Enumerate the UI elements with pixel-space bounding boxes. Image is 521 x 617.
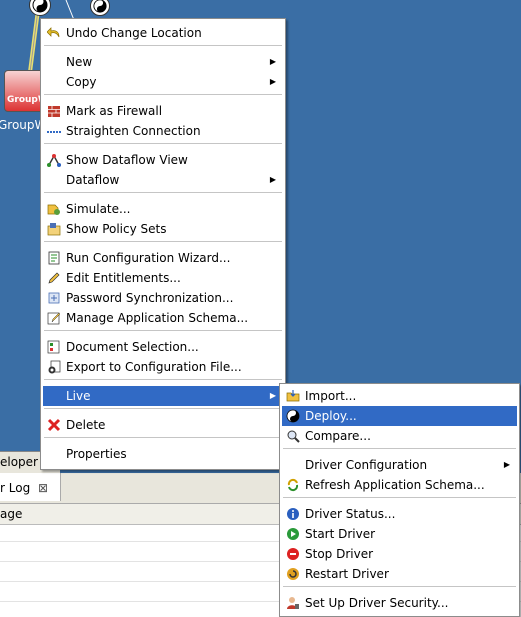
menu-item-simulate[interactable]: Simulate... xyxy=(43,199,283,219)
menu-item-driver-configuration[interactable]: Driver Configuration ▶ xyxy=(282,455,517,475)
menu-item-dataflow[interactable]: Dataflow ▶ xyxy=(43,170,283,190)
stop-icon xyxy=(287,548,299,560)
context-menu: Undo Change Location New ▶ Copy ▶ Mark a… xyxy=(40,18,286,470)
log-tab-label: r Log xyxy=(0,481,31,495)
menu-item-properties[interactable]: Properties xyxy=(43,444,283,464)
submenu-arrow-icon: ▶ xyxy=(503,460,510,469)
menu-item-restart-driver[interactable]: Restart Driver xyxy=(282,564,517,584)
deploy-icon xyxy=(286,409,300,423)
menu-item-new[interactable]: New ▶ xyxy=(43,52,283,72)
menu-separator xyxy=(44,94,282,96)
menu-item-show-dataflow[interactable]: Show Dataflow View xyxy=(43,150,283,170)
close-icon[interactable]: ⊠ xyxy=(38,473,48,503)
straight-line-icon xyxy=(47,131,61,133)
menu-item-straighten-connection[interactable]: Straighten Connection xyxy=(43,121,283,141)
tab-log[interactable]: r Log ⊠ xyxy=(0,473,61,501)
submenu-arrow-icon: ▶ xyxy=(269,77,276,86)
user-security-icon xyxy=(287,597,299,609)
submenu-arrow-icon: ▶ xyxy=(269,175,276,184)
menu-separator xyxy=(283,586,516,588)
menu-item-copy[interactable]: Copy ▶ xyxy=(43,72,283,92)
menu-item-live[interactable]: Live ▶ xyxy=(43,386,283,406)
menu-item-manage-schema[interactable]: Manage Application Schema... xyxy=(43,308,283,328)
submenu-arrow-icon: ▶ xyxy=(269,391,276,400)
menu-item-delete[interactable]: Delete xyxy=(43,415,283,435)
menu-item-import[interactable]: Import... xyxy=(282,386,517,406)
submenu-arrow-icon: ▶ xyxy=(269,57,276,66)
menu-separator xyxy=(44,241,282,243)
menu-item-compare[interactable]: Compare... xyxy=(282,426,517,446)
menu-separator xyxy=(283,448,516,450)
firewall-brick-icon xyxy=(48,106,60,117)
dataflow-icon xyxy=(47,154,61,167)
menu-item-driver-status[interactable]: Driver Status... xyxy=(282,504,517,524)
compare-magnifier-icon xyxy=(287,430,300,443)
delete-x-icon xyxy=(47,418,61,432)
info-icon xyxy=(287,508,299,520)
wizard-icon xyxy=(48,251,60,265)
menu-separator xyxy=(44,192,282,194)
menu-item-run-wizard[interactable]: Run Configuration Wizard... xyxy=(43,248,283,268)
menu-separator xyxy=(44,143,282,145)
menu-separator xyxy=(283,497,516,499)
refresh-icon xyxy=(287,478,299,492)
simulate-icon xyxy=(47,204,60,215)
menu-separator xyxy=(44,330,282,332)
menu-item-deploy[interactable]: Deploy... xyxy=(282,406,517,426)
restart-icon xyxy=(287,568,299,580)
menu-item-undo[interactable]: Undo Change Location xyxy=(43,23,283,43)
document-selection-icon xyxy=(47,340,60,354)
menu-item-stop-driver[interactable]: Stop Driver xyxy=(282,544,517,564)
undo-arrow-icon xyxy=(47,27,60,38)
menu-item-document-selection[interactable]: Document Selection... xyxy=(43,337,283,357)
menu-item-start-driver[interactable]: Start Driver xyxy=(282,524,517,544)
schema-edit-icon xyxy=(47,312,61,325)
menu-item-show-policy-sets[interactable]: Show Policy Sets xyxy=(43,219,283,239)
import-folder-icon xyxy=(286,390,300,402)
pencil-icon xyxy=(48,272,60,284)
menu-item-password-sync[interactable]: Password Synchronization... xyxy=(43,288,283,308)
menu-item-mark-firewall[interactable]: Mark as Firewall xyxy=(43,101,283,121)
live-submenu: Import... Deploy... Compare... Driver Co… xyxy=(279,383,520,617)
menu-separator xyxy=(44,408,282,410)
export-icon xyxy=(48,360,61,374)
menu-separator xyxy=(44,45,282,47)
menu-item-edit-entitlements[interactable]: Edit Entitlements... xyxy=(43,268,283,288)
policy-set-icon xyxy=(47,223,61,236)
menu-separator xyxy=(44,437,282,439)
start-icon xyxy=(287,528,299,540)
menu-item-export-config[interactable]: Export to Configuration File... xyxy=(43,357,283,377)
menu-item-refresh-schema[interactable]: Refresh Application Schema... xyxy=(282,475,517,495)
menu-separator xyxy=(44,379,282,381)
password-sync-icon xyxy=(48,292,60,304)
menu-item-setup-security[interactable]: Set Up Driver Security... xyxy=(282,593,517,613)
